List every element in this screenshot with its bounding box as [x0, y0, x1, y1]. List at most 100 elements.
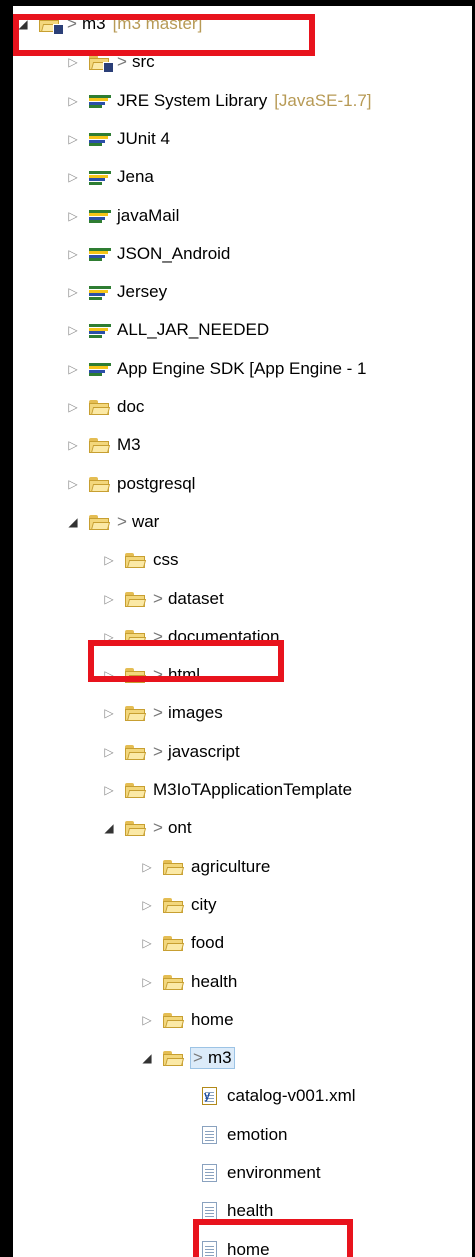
tree-row-json-android[interactable]: ▷ JSON_Android — [65, 237, 230, 271]
expand-twisty-icon[interactable]: ▷ — [65, 55, 81, 69]
tree-row-jersey[interactable]: ▷ Jersey — [65, 275, 167, 309]
expand-twisty-icon[interactable]: ▷ — [139, 860, 155, 874]
tree-row-dataset[interactable]: ▷ > dataset — [101, 582, 224, 616]
library-icon — [89, 282, 111, 302]
tree-row-text: M3IoTApplicationTemplate — [153, 780, 353, 799]
expand-twisty-icon[interactable]: ▷ — [65, 477, 81, 491]
tree-row-text: ALL_JAR_NEEDED — [117, 320, 270, 340]
tree-row-label: JRE System Library — [117, 91, 267, 111]
tree-row-label: App Engine SDK [App Engine - 1 — [117, 359, 367, 379]
expand-twisty-icon[interactable]: ▷ — [101, 706, 117, 720]
expand-twisty-icon[interactable]: ▷ — [65, 285, 81, 299]
expand-twisty-icon[interactable]: ▷ — [65, 362, 81, 376]
folder-icon — [89, 397, 111, 417]
expand-twisty-icon[interactable]: ▷ — [65, 209, 81, 223]
tree-row-label: > m3 — [190, 1047, 235, 1070]
folder-icon — [163, 1048, 185, 1068]
tree-row-emotion[interactable]: emotion — [175, 1118, 287, 1152]
tree-row-environment[interactable]: environment — [175, 1156, 321, 1190]
tree-row-text: M3 — [117, 435, 141, 455]
tree-row-jre-system-library[interactable]: ▷ JRE System Library [JavaSE-1.7] — [65, 84, 371, 118]
expand-twisty-icon[interactable]: ▷ — [139, 975, 155, 989]
tree-row-label: doc — [117, 397, 144, 417]
tree-row-war[interactable]: ◢ > war — [65, 505, 159, 539]
tree-row-label: ALL_JAR_NEEDED — [117, 320, 269, 340]
expand-twisty-icon[interactable]: ▷ — [65, 400, 81, 414]
expand-twisty-icon[interactable]: ▷ — [65, 323, 81, 337]
folder-icon — [163, 1010, 185, 1030]
tree-row-city[interactable]: ▷ city — [139, 888, 217, 922]
folder-icon — [125, 742, 147, 762]
tree-row-label: catalog-v001.xml — [227, 1086, 356, 1106]
tree-row-images[interactable]: ▷ > images — [101, 696, 222, 730]
folder-icon — [125, 818, 147, 838]
expand-twisty-icon[interactable]: ▷ — [65, 247, 81, 261]
tree-row-label: css — [153, 550, 179, 570]
library-icon — [89, 167, 111, 187]
tree-row-javascript[interactable]: ▷ > javascript — [101, 735, 239, 769]
tree-row-text: dataset — [167, 588, 224, 608]
expand-twisty-icon[interactable]: ▷ — [101, 553, 117, 567]
expand-twisty-icon[interactable]: ▷ — [65, 94, 81, 108]
tree-row-health-folder[interactable]: ▷ health — [139, 965, 237, 999]
tree-row-m3iot-application-template[interactable]: ▷ M3IoTApplicationTemplate — [101, 773, 352, 807]
tree-row-label: home — [191, 1010, 234, 1030]
tree-row-food[interactable]: ▷ food — [139, 926, 224, 960]
tree-row-text: JUnit 4 — [117, 128, 170, 148]
expand-twisty-icon[interactable]: ▷ — [101, 745, 117, 759]
expand-twisty-icon[interactable]: ▷ — [101, 592, 117, 606]
library-icon — [89, 359, 111, 379]
tree-row-text: ont — [167, 818, 192, 838]
folder-icon — [89, 512, 111, 532]
library-icon — [89, 244, 111, 264]
tree-row-ont[interactable]: ◢ > ont — [101, 811, 192, 845]
git-dirty-marker: > — [153, 703, 163, 723]
xml-file-icon: y — [199, 1086, 221, 1106]
tree-row-css[interactable]: ▷ css — [101, 543, 179, 577]
library-icon — [89, 206, 111, 226]
collapse-twisty-icon[interactable]: ◢ — [65, 515, 81, 529]
tree-row-postgresql[interactable]: ▷ postgresql — [65, 467, 195, 501]
tree-row-jena[interactable]: ▷ Jena — [65, 160, 154, 194]
tree-row-label: > dataset — [153, 589, 224, 609]
folder-icon — [125, 589, 147, 609]
expand-twisty-icon[interactable]: ▷ — [65, 170, 81, 184]
tree-row-label: JSON_Android — [117, 244, 230, 264]
library-icon — [89, 129, 111, 149]
expand-twisty-icon[interactable]: ▷ — [139, 898, 155, 912]
tree-row-junit-4[interactable]: ▷ JUnit 4 — [65, 122, 170, 156]
expand-twisty-icon[interactable]: ▷ — [65, 132, 81, 146]
file-icon — [199, 1125, 221, 1145]
collapse-twisty-icon[interactable]: ◢ — [139, 1051, 155, 1065]
git-dirty-marker: > — [193, 1048, 203, 1068]
tree-row-m3-ont[interactable]: ◢ > m3 — [139, 1041, 235, 1075]
expand-twisty-icon[interactable]: ▷ — [101, 783, 117, 797]
collapse-twisty-icon[interactable]: ◢ — [101, 821, 117, 835]
tree-row-label: M3 — [117, 435, 141, 455]
tree-row-text: war — [131, 511, 160, 531]
tree-row-text: agriculture — [191, 856, 271, 876]
tree-row-label: Jena — [117, 167, 154, 187]
folder-icon — [89, 474, 111, 494]
tree-row-home-folder[interactable]: ▷ home — [139, 1003, 234, 1037]
tree-row-text: food — [191, 933, 225, 953]
tree-row-text: App Engine SDK [App Engine - 1 — [117, 358, 367, 378]
folder-icon — [163, 857, 185, 877]
tree-row-label: city — [191, 895, 217, 915]
tree-row-all-jar-needed[interactable]: ▷ ALL_JAR_NEEDED — [65, 313, 269, 347]
tree-row-javamail[interactable]: ▷ javaMail — [65, 199, 179, 233]
folder-icon — [125, 703, 147, 723]
tree-row-m3-folder[interactable]: ▷ M3 — [65, 428, 141, 462]
expand-twisty-icon[interactable]: ▷ — [139, 936, 155, 950]
tree-row-label: postgresql — [117, 474, 195, 494]
tree-row-app-engine-sdk[interactable]: ▷ App Engine SDK [App Engine - 1 — [65, 352, 367, 386]
tree-row-text: doc — [117, 397, 145, 416]
tree-row-text: postgresql — [117, 473, 196, 493]
expand-twisty-icon[interactable]: ▷ — [65, 438, 81, 452]
tree-row-agriculture[interactable]: ▷ agriculture — [139, 850, 270, 884]
folder-icon — [89, 435, 111, 455]
expand-twisty-icon[interactable]: ▷ — [139, 1013, 155, 1027]
git-dirty-marker: > — [153, 818, 163, 838]
tree-row-catalog-v001[interactable]: y catalog-v001.xml — [175, 1079, 356, 1113]
tree-row-doc[interactable]: ▷ doc — [65, 390, 144, 424]
